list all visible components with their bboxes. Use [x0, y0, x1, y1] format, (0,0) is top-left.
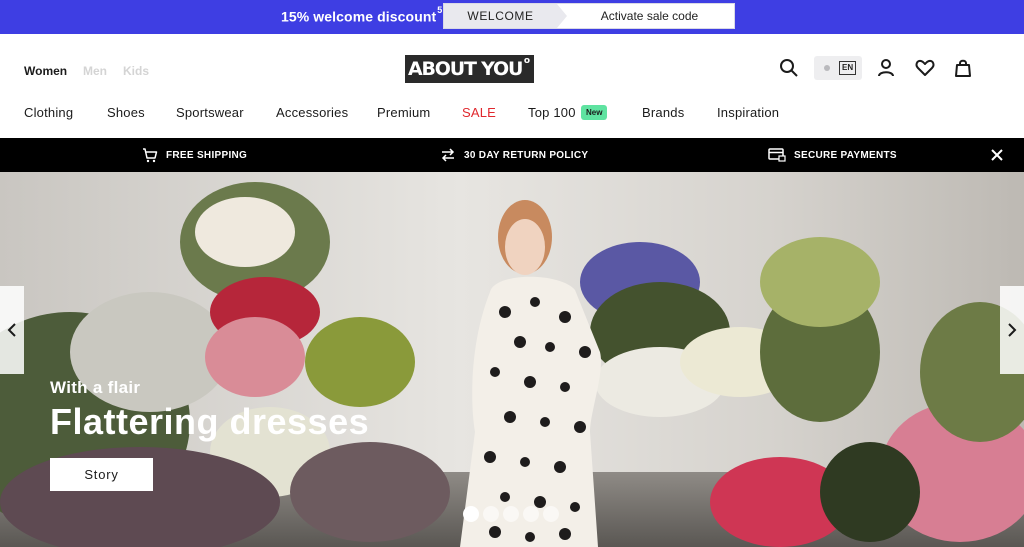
close-icon[interactable] — [990, 148, 1004, 162]
usp-bar: FREE SHIPPING 30 DAY RETURN POLICY SECUR… — [0, 138, 1024, 172]
promo-code-button[interactable]: WELCOME Activate sale code — [443, 3, 735, 29]
usp-free-shipping: FREE SHIPPING — [142, 138, 247, 172]
logo-mark: o — [523, 56, 530, 66]
logo[interactable]: ABOUT YOU o — [405, 55, 534, 83]
promo-code-label: WELCOME — [444, 4, 567, 28]
carousel-dot[interactable] — [543, 506, 559, 522]
usp-return-policy: 30 DAY RETURN POLICY — [440, 138, 588, 172]
hero-carousel[interactable]: With a flair Flattering dresses Story — [0, 172, 1024, 547]
carousel-dot[interactable] — [463, 506, 479, 522]
carousel-dot[interactable] — [483, 506, 499, 522]
nav-premium[interactable]: Premium — [377, 105, 430, 120]
carousel-next-button[interactable] — [1000, 286, 1024, 374]
language-switch[interactable]: EN — [814, 56, 862, 80]
nav-clothing[interactable]: Clothing — [24, 105, 73, 120]
promo-footnote: 5 — [437, 5, 443, 15]
gender-tab-kids[interactable]: Kids — [123, 64, 149, 78]
gender-tab-women[interactable]: Women — [24, 64, 67, 78]
card-lock-icon — [768, 148, 786, 162]
cart-icon — [143, 148, 158, 163]
language-dot-icon — [824, 65, 830, 71]
nav-accessories[interactable]: Accessories — [276, 105, 348, 120]
shopping-bag-icon[interactable] — [953, 58, 973, 78]
hero-title: Flattering dresses — [50, 401, 370, 442]
promo-text: 15% welcome discount5 — [281, 5, 443, 25]
nav-top-100[interactable]: Top 100 — [528, 105, 576, 120]
wishlist-heart-icon[interactable] — [915, 58, 935, 78]
usp-label: SECURE PAYMENTS — [794, 149, 897, 161]
hero-image — [0, 172, 1024, 547]
account-icon[interactable] — [876, 58, 896, 78]
carousel-dot[interactable] — [523, 506, 539, 522]
usp-label: FREE SHIPPING — [166, 149, 248, 161]
nav-sale[interactable]: SALE — [462, 105, 496, 120]
new-badge: New — [581, 105, 608, 120]
promo-banner: 15% welcome discount5 WELCOME Activate s… — [0, 0, 1024, 34]
language-label: EN — [839, 61, 857, 75]
carousel-dots — [463, 506, 559, 522]
usp-label: 30 DAY RETURN POLICY — [464, 149, 589, 161]
nav-sportswear[interactable]: Sportswear — [176, 105, 244, 120]
return-arrows-icon — [441, 148, 455, 162]
usp-secure-payments: SECURE PAYMENTS — [768, 138, 897, 172]
search-icon[interactable] — [779, 58, 799, 78]
chevron-right-icon — [1008, 323, 1017, 337]
nav-inspiration[interactable]: Inspiration — [717, 105, 779, 120]
hero-subtitle: With a flair — [50, 378, 141, 397]
carousel-prev-button[interactable] — [0, 286, 24, 374]
story-button[interactable]: Story — [50, 458, 153, 491]
chevron-left-icon — [7, 323, 16, 337]
activate-sale-code-label: Activate sale code — [600, 9, 699, 23]
carousel-dot[interactable] — [503, 506, 519, 522]
nav-brands[interactable]: Brands — [642, 105, 684, 120]
nav-shoes[interactable]: Shoes — [107, 105, 145, 120]
gender-tab-men[interactable]: Men — [83, 64, 107, 78]
